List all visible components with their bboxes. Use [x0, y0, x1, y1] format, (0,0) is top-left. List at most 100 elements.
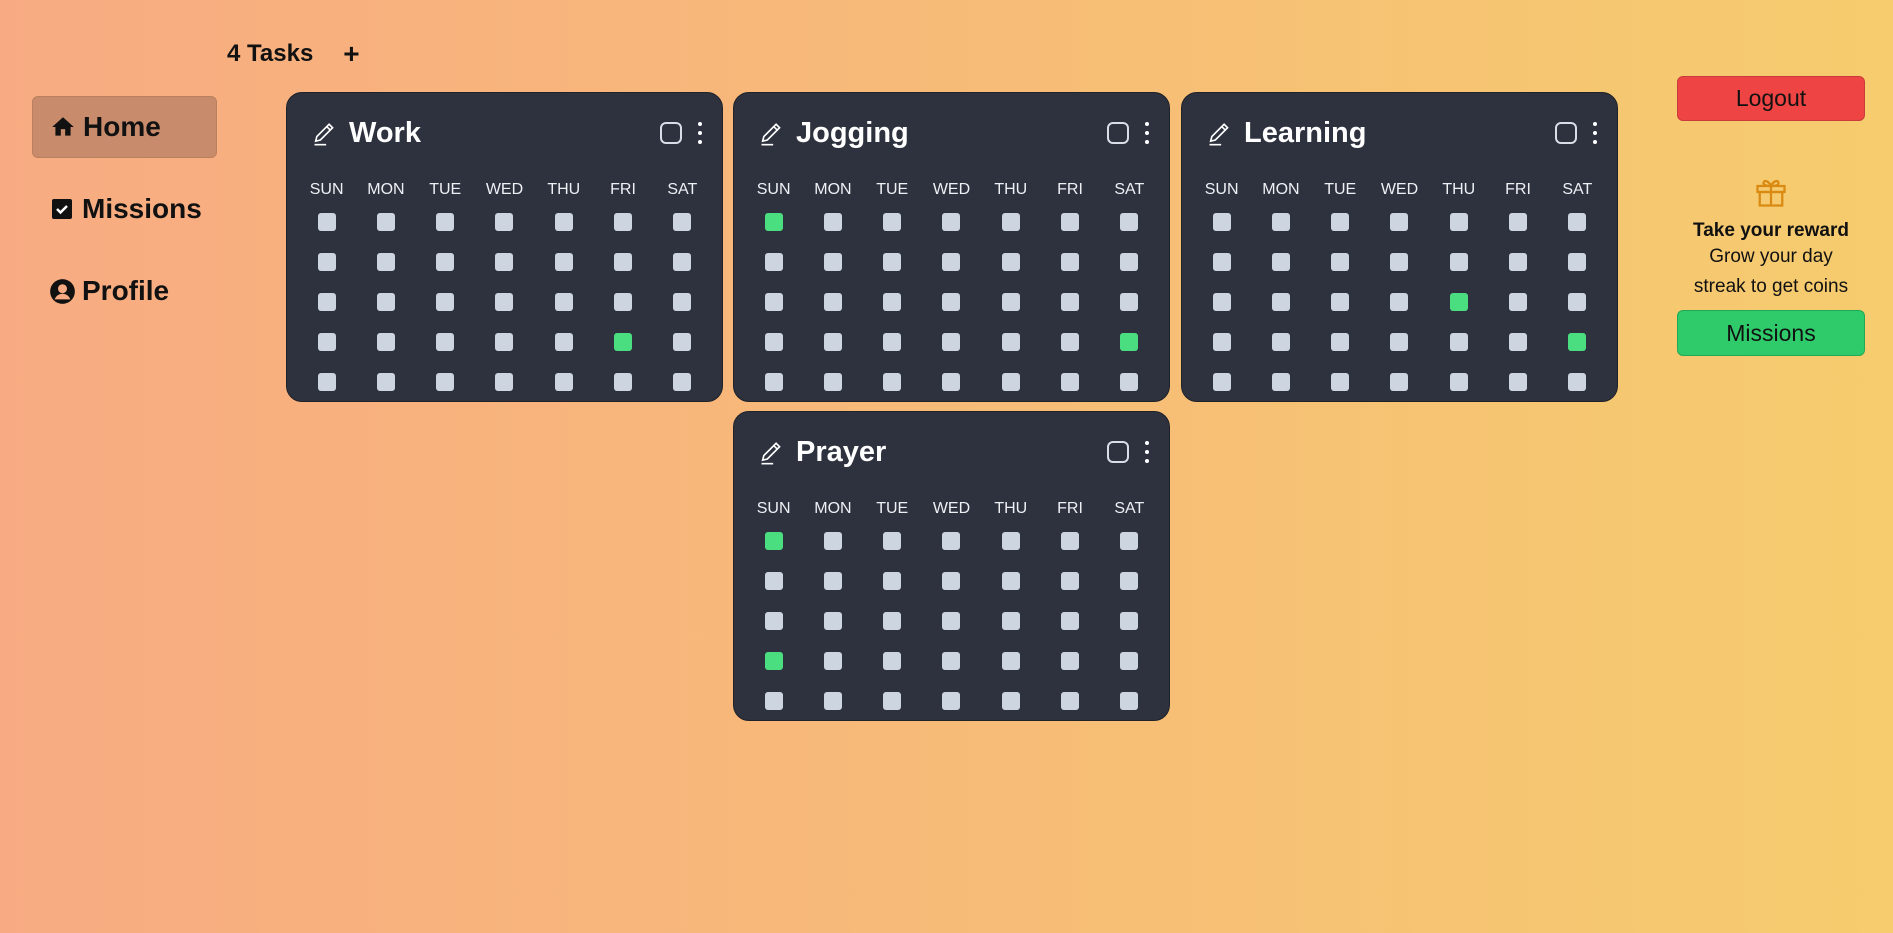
habit-day-cell[interactable] — [554, 333, 573, 351]
habit-day-cell[interactable] — [1001, 652, 1020, 670]
edit-icon[interactable] — [1206, 119, 1234, 147]
habit-day-cell[interactable] — [1061, 333, 1080, 351]
habit-day-cell[interactable] — [1120, 612, 1139, 630]
more-options-icon[interactable] — [1141, 122, 1153, 144]
habit-day-cell[interactable] — [376, 213, 395, 231]
habit-day-cell[interactable] — [673, 213, 692, 231]
habit-day-cell[interactable] — [436, 293, 455, 311]
habit-day-cell[interactable] — [823, 213, 842, 231]
habit-day-cell[interactable] — [823, 373, 842, 391]
logout-button[interactable]: Logout — [1677, 76, 1865, 121]
habit-day-cell[interactable] — [1212, 293, 1231, 311]
habit-day-cell[interactable] — [1120, 213, 1139, 231]
habit-day-cell[interactable] — [1120, 253, 1139, 271]
habit-day-cell[interactable] — [764, 572, 783, 590]
task-complete-checkbox[interactable] — [1555, 122, 1577, 144]
habit-day-cell[interactable] — [317, 373, 336, 391]
habit-day-cell[interactable] — [317, 293, 336, 311]
missions-button[interactable]: Missions — [1677, 310, 1865, 356]
habit-day-cell[interactable] — [1568, 373, 1587, 391]
habit-day-cell[interactable] — [1390, 373, 1409, 391]
habit-day-cell[interactable] — [1001, 213, 1020, 231]
habit-day-cell[interactable] — [883, 373, 902, 391]
habit-day-cell[interactable] — [942, 293, 961, 311]
habit-day-cell[interactable] — [1331, 253, 1350, 271]
habit-day-cell[interactable] — [823, 692, 842, 710]
habit-day-cell[interactable] — [1061, 373, 1080, 391]
habit-day-cell[interactable] — [1449, 253, 1468, 271]
edit-icon[interactable] — [758, 119, 786, 147]
habit-day-cell[interactable] — [942, 652, 961, 670]
habit-day-cell[interactable] — [1120, 572, 1139, 590]
habit-day-cell[interactable] — [554, 373, 573, 391]
habit-day-cell[interactable] — [1061, 213, 1080, 231]
habit-day-cell[interactable] — [942, 253, 961, 271]
habit-day-cell[interactable] — [1212, 253, 1231, 271]
habit-day-cell[interactable] — [1271, 293, 1290, 311]
habit-day-cell[interactable] — [883, 532, 902, 550]
habit-day-cell[interactable] — [376, 333, 395, 351]
habit-day-cell[interactable] — [1568, 293, 1587, 311]
habit-day-cell[interactable] — [1120, 333, 1139, 351]
habit-day-cell[interactable] — [823, 333, 842, 351]
habit-day-cell[interactable] — [554, 213, 573, 231]
sidebar-item-missions[interactable]: Missions — [32, 178, 217, 240]
habit-day-cell[interactable] — [942, 373, 961, 391]
habit-day-cell[interactable] — [1001, 692, 1020, 710]
habit-day-cell[interactable] — [883, 293, 902, 311]
habit-day-cell[interactable] — [317, 253, 336, 271]
habit-day-cell[interactable] — [1331, 333, 1350, 351]
habit-day-cell[interactable] — [614, 293, 633, 311]
habit-day-cell[interactable] — [1061, 293, 1080, 311]
more-options-icon[interactable] — [1141, 441, 1153, 463]
habit-day-cell[interactable] — [764, 253, 783, 271]
habit-day-cell[interactable] — [1120, 652, 1139, 670]
habit-day-cell[interactable] — [942, 612, 961, 630]
habit-day-cell[interactable] — [883, 333, 902, 351]
habit-day-cell[interactable] — [764, 213, 783, 231]
habit-day-cell[interactable] — [1001, 572, 1020, 590]
habit-day-cell[interactable] — [1061, 572, 1080, 590]
habit-day-cell[interactable] — [883, 612, 902, 630]
habit-day-cell[interactable] — [823, 253, 842, 271]
habit-day-cell[interactable] — [614, 333, 633, 351]
habit-day-cell[interactable] — [1212, 373, 1231, 391]
habit-day-cell[interactable] — [1331, 373, 1350, 391]
habit-day-cell[interactable] — [764, 652, 783, 670]
task-complete-checkbox[interactable] — [660, 122, 682, 144]
habit-day-cell[interactable] — [673, 293, 692, 311]
habit-day-cell[interactable] — [376, 293, 395, 311]
habit-day-cell[interactable] — [1509, 213, 1528, 231]
habit-day-cell[interactable] — [1061, 612, 1080, 630]
habit-day-cell[interactable] — [883, 253, 902, 271]
task-complete-checkbox[interactable] — [1107, 441, 1129, 463]
habit-day-cell[interactable] — [495, 253, 514, 271]
habit-day-cell[interactable] — [1061, 652, 1080, 670]
habit-day-cell[interactable] — [764, 333, 783, 351]
habit-day-cell[interactable] — [1061, 692, 1080, 710]
habit-day-cell[interactable] — [554, 293, 573, 311]
habit-day-cell[interactable] — [764, 532, 783, 550]
habit-day-cell[interactable] — [1001, 333, 1020, 351]
habit-day-cell[interactable] — [823, 293, 842, 311]
habit-day-cell[interactable] — [883, 213, 902, 231]
habit-day-cell[interactable] — [1390, 293, 1409, 311]
habit-day-cell[interactable] — [1120, 373, 1139, 391]
add-task-button[interactable]: + — [343, 38, 359, 70]
habit-day-cell[interactable] — [1061, 253, 1080, 271]
more-options-icon[interactable] — [1589, 122, 1601, 144]
habit-day-cell[interactable] — [1212, 213, 1231, 231]
habit-day-cell[interactable] — [764, 692, 783, 710]
habit-day-cell[interactable] — [942, 213, 961, 231]
habit-day-cell[interactable] — [1449, 213, 1468, 231]
habit-day-cell[interactable] — [1001, 612, 1020, 630]
habit-day-cell[interactable] — [673, 253, 692, 271]
habit-day-cell[interactable] — [1001, 373, 1020, 391]
habit-day-cell[interactable] — [1568, 253, 1587, 271]
habit-day-cell[interactable] — [1120, 532, 1139, 550]
habit-day-cell[interactable] — [376, 373, 395, 391]
habit-day-cell[interactable] — [1509, 333, 1528, 351]
habit-day-cell[interactable] — [436, 333, 455, 351]
habit-day-cell[interactable] — [1390, 333, 1409, 351]
habit-day-cell[interactable] — [1331, 293, 1350, 311]
